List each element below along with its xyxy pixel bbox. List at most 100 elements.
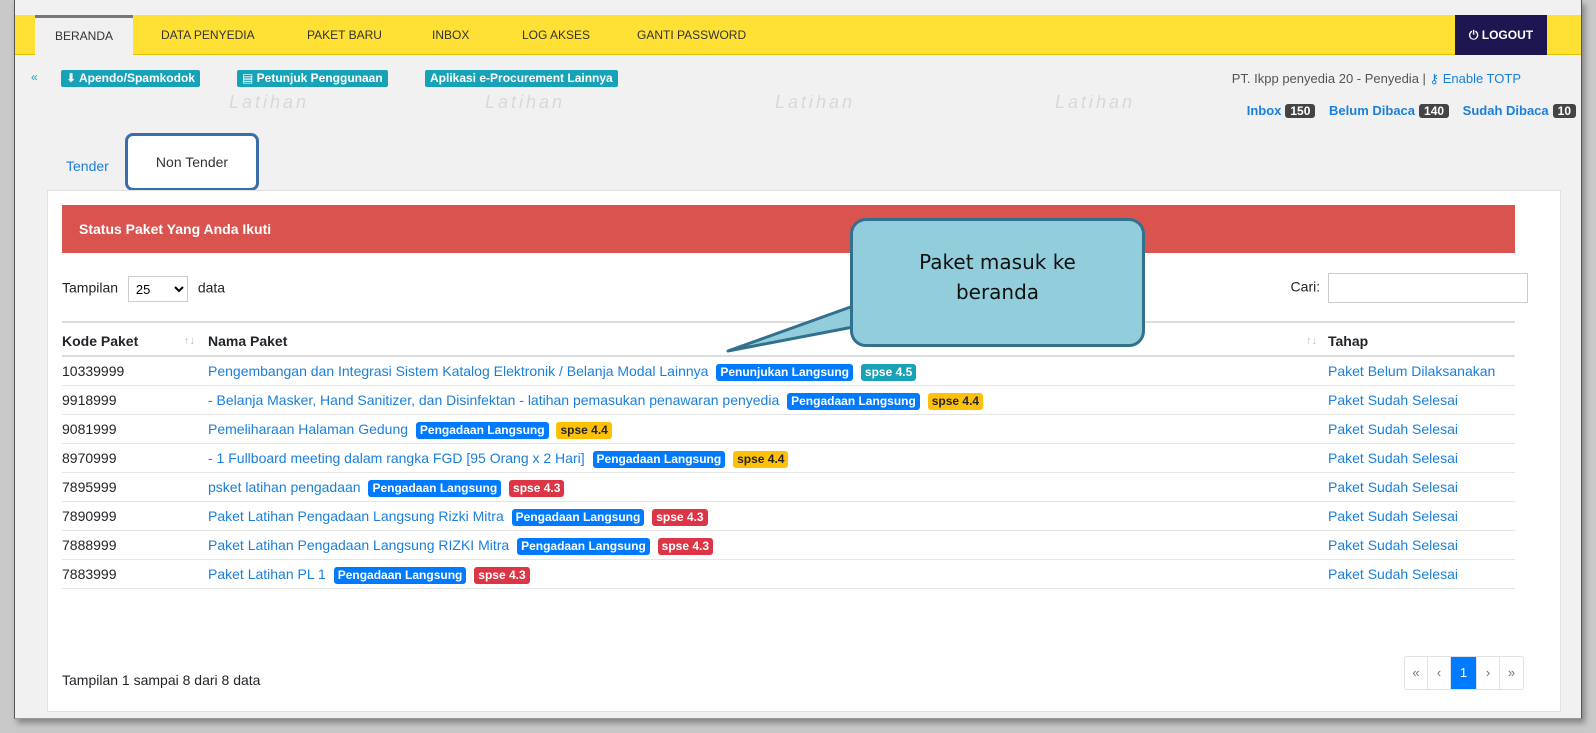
package-code: 10339999 [62, 356, 208, 386]
apendo-button[interactable]: ⬇ Apendo/Spamkodok [61, 70, 200, 87]
unread-link[interactable]: Belum Dibaca [1329, 103, 1415, 118]
tab-non-tender[interactable]: Non Tender [125, 133, 259, 191]
col-header-stage[interactable]: ↑↓ Tahap [1306, 321, 1515, 357]
table-row: 7888999 Paket Latihan Pengadaan Langsung … [62, 530, 1515, 560]
page-length-select[interactable]: 25 [127, 276, 188, 302]
watermark: Latihan [775, 92, 856, 112]
package-link[interactable]: Paket Latihan PL 1 [208, 566, 326, 582]
package-link[interactable]: Paket Latihan Pengadaan Langsung Rizki M… [208, 508, 504, 524]
apendo-label: Apendo/Spamkodok [78, 71, 195, 85]
stage-link[interactable]: Paket Sudah Selesai [1328, 443, 1515, 473]
nav-inbox[interactable]: INBOX [432, 15, 469, 55]
table-row: 8970999- 1 Fullboard meeting dalam rangk… [62, 443, 1515, 473]
package-code: 7890999 [62, 501, 208, 531]
eproc-label: Aplikasi e-Procurement Lainnya [430, 71, 613, 85]
nav-ganti-password[interactable]: GANTI PASSWORD [637, 15, 746, 55]
table-row: 9081999 Pemeliharaan Halaman Gedung Penga… [62, 414, 1515, 444]
package-code: 8970999 [62, 443, 208, 473]
sort-icon: ↑↓ [184, 335, 195, 347]
pager-page-1[interactable]: 1 [1451, 657, 1477, 689]
col-stage-label: Tahap [1328, 332, 1369, 349]
method-badge: Pengadaan Langsung [592, 451, 726, 468]
method-badge: Pengadaan Langsung [333, 567, 467, 584]
package-link[interactable]: Pengembangan dan Integrasi Sistem Katalo… [208, 363, 708, 379]
pager-last[interactable]: » [1500, 657, 1523, 689]
version-badge: spse 4.3 [657, 538, 714, 555]
package-name-cell: - 1 Fullboard meeting dalam rangka FGD [… [208, 443, 1328, 473]
package-link[interactable]: psket latihan pengadaan [208, 479, 361, 495]
package-link[interactable]: - 1 Fullboard meeting dalam rangka FGD [… [208, 450, 585, 466]
book-icon: ▤ [242, 71, 257, 85]
col-header-code[interactable]: Kode Paket ↑↓ [62, 321, 208, 357]
package-name-cell: Pengembangan dan Integrasi Sistem Katalo… [208, 356, 1328, 386]
nav-paket-baru[interactable]: PAKET BARU [307, 15, 382, 55]
method-badge: Pengadaan Langsung [787, 393, 920, 410]
inbox-link[interactable]: Inbox [1247, 103, 1282, 118]
package-name-cell: - Belanja Masker, Hand Sanitizer, dan Di… [208, 385, 1328, 415]
package-status-panel: Status Paket Yang Anda Ikuti Tampilan 25… [47, 190, 1561, 712]
callout-line-1: Paket masuk ke [919, 250, 1076, 274]
package-table: Kode Paket ↑↓ Nama Paket ↑↓ Tahap 10339999… [62, 321, 1515, 589]
package-name-cell: Paket Latihan PL 1 Pengadaan Langsung sp… [208, 559, 1328, 589]
watermark: Latihan [1055, 92, 1136, 112]
inbox-count-badge: 150 [1285, 104, 1316, 118]
version-badge: spse 4.3 [474, 567, 530, 584]
method-badge: Pengadaan Langsung [368, 480, 502, 497]
version-badge: spse 4.5 [860, 364, 917, 381]
package-code: 7883999 [62, 559, 208, 589]
nav-beranda[interactable]: BERANDA [35, 15, 134, 55]
table-row: 10339999 Pengembangan dan Integrasi Siste… [62, 356, 1515, 386]
nav-data-penyedia[interactable]: DATA PENYEDIA [161, 15, 255, 55]
enable-totp-link[interactable]: Enable TOTP [1443, 71, 1521, 86]
length-prefix: Tampilan [62, 279, 119, 296]
search-input[interactable] [1328, 273, 1528, 303]
read-link[interactable]: Sudah Dibaca [1463, 103, 1549, 118]
stage-link[interactable]: Paket Sudah Selesai [1328, 559, 1515, 589]
stage-link[interactable]: Paket Sudah Selesai [1328, 501, 1515, 531]
table-row: 7895999 psket latihan pengadaan Pengadaan… [62, 472, 1515, 502]
table-row: 7890999 Paket Latihan Pengadaan Langsung … [62, 501, 1515, 531]
page-length-control: Tampilan 25 data [62, 276, 225, 302]
stage-link[interactable]: Paket Sudah Selesai [1328, 530, 1515, 560]
unread-count-badge: 140 [1419, 104, 1450, 118]
version-badge: spse 4.4 [733, 451, 789, 468]
table-header-row: Kode Paket ↑↓ Nama Paket ↑↓ Tahap [62, 321, 1515, 357]
method-badge: Pengadaan Langsung [415, 422, 549, 439]
table-info: Tampilan 1 sampai 8 dari 8 data [62, 672, 261, 688]
logout-label: LOGOUT [1481, 28, 1534, 42]
package-link[interactable]: Pemeliharaan Halaman Gedung [208, 421, 408, 437]
power-icon: ⏻ [1468, 28, 1482, 42]
search-control: Cari: [1291, 273, 1528, 303]
nav-log-akses[interactable]: LOG AKSES [522, 15, 590, 55]
petunjuk-button[interactable]: ▤ Petunjuk Penggunaan [237, 70, 388, 87]
eproc-button[interactable]: Aplikasi e-Procurement Lainnya [425, 70, 618, 87]
logout-button[interactable]: ⏻ LOGOUT [1455, 15, 1547, 55]
package-name-cell: psket latihan pengadaan Pengadaan Langsu… [208, 472, 1328, 502]
user-info: PT. Ikpp penyedia 20 - Penyedia | ⚷ Enab… [1232, 71, 1521, 87]
browser-frame: BERANDA DATA PENYEDIA PAKET BARU INBOX L… [14, 0, 1582, 719]
version-badge: spse 4.3 [652, 509, 708, 526]
col-header-name[interactable]: Nama Paket [208, 321, 1328, 357]
watermark: Latihan [485, 92, 566, 112]
search-label: Cari: [1290, 278, 1321, 295]
package-link[interactable]: - Belanja Masker, Hand Sanitizer, dan Di… [208, 392, 779, 408]
stage-link[interactable]: Paket Sudah Selesai [1328, 472, 1515, 502]
package-code: 9081999 [62, 414, 208, 444]
chevron-up-icon[interactable]: « [31, 70, 38, 84]
tab-tender[interactable]: Tender [66, 158, 109, 174]
stage-link[interactable]: Paket Sudah Selesai [1328, 414, 1515, 444]
callout-line-2: beranda [955, 280, 1040, 304]
method-badge: Penunjukan Langsung [716, 364, 853, 381]
pager-prev[interactable]: ‹ [1428, 657, 1451, 689]
pager-next[interactable]: › [1477, 657, 1500, 689]
stage-link[interactable]: Paket Belum Dilaksanakan [1328, 356, 1515, 386]
package-code: 7888999 [62, 530, 208, 560]
method-badge: Pengadaan Langsung [511, 509, 645, 526]
stage-link[interactable]: Paket Sudah Selesai [1328, 385, 1515, 415]
annotation-callout: Paket masuk ke beranda [850, 218, 1145, 347]
pagination: « ‹ 1 › » [1404, 656, 1524, 690]
package-name-cell: Paket Latihan Pengadaan Langsung RIZKI M… [208, 530, 1328, 560]
package-link[interactable]: Paket Latihan Pengadaan Langsung RIZKI M… [208, 537, 509, 553]
pager-first[interactable]: « [1405, 657, 1428, 689]
petunjuk-label: Petunjuk Penggunaan [256, 71, 383, 85]
